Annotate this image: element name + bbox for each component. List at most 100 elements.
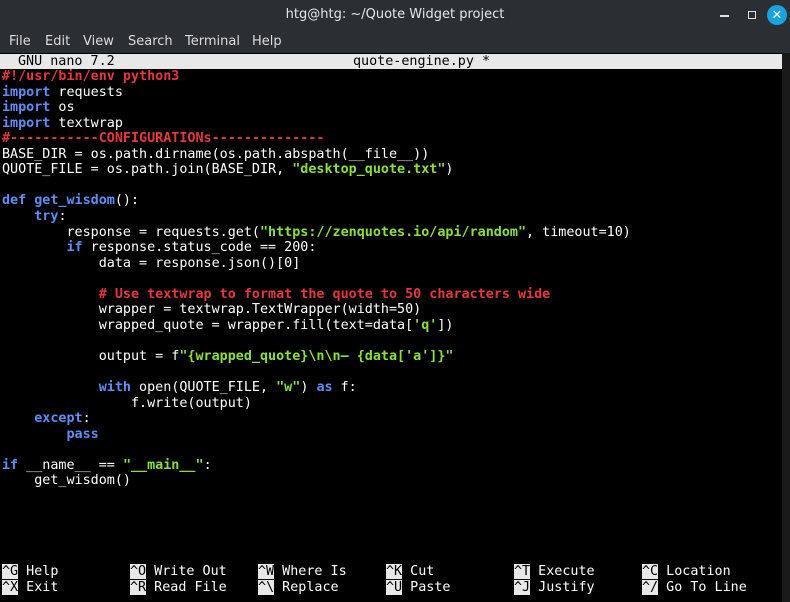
code-token: #!/usr/bin/env python3 (2, 69, 180, 84)
shortcut-key: ^G (2, 564, 19, 579)
code-line: QUOTE_FILE = os.path.join(BASE_DIR, "des… (2, 162, 453, 178)
code-line: import textwrap (2, 116, 123, 132)
code-token: response.status_code == 200: (82, 240, 317, 256)
code-token: if (2, 457, 19, 473)
code-token: : (58, 208, 67, 224)
maximize-button[interactable] (741, 4, 763, 26)
code-line: data = response.json()[0] (2, 255, 301, 272)
code-token: "w" (276, 380, 301, 395)
code-token: 'q' (413, 317, 438, 333)
menu-file[interactable]: File (9, 34, 31, 49)
code-line: # Use textwrap to format the quote to 50… (2, 287, 550, 303)
code-token: ) (300, 380, 317, 395)
code-line: def get_wisdom(): (2, 193, 139, 209)
shortcut-label: Justify (530, 580, 595, 595)
shortcut-label: Read File (146, 580, 227, 595)
code-token: response = requests.get( (2, 224, 260, 240)
code-token: f.write(output) (2, 395, 252, 411)
menu-view[interactable]: View (83, 34, 114, 49)
shortcut-label: Execute (530, 564, 595, 579)
code-token: get_wisdom() (2, 473, 131, 489)
code-token: as (316, 380, 333, 395)
shortcut-item: ^R Read File (130, 580, 227, 596)
shortcut-item: ^/ Go To Line (642, 580, 747, 596)
shortcut-key: ^T (514, 564, 531, 579)
shortcut-key: ^C (642, 564, 659, 579)
code-line: BASE_DIR = os.path.dirname(os.path.abspa… (2, 147, 429, 163)
shortcut-item: ^O Write Out (130, 564, 227, 580)
code-token: QUOTE_FILE = os.path.join(BASE_DIR, (2, 162, 293, 178)
code-line: get_wisdom() (2, 473, 131, 489)
window-title: htg@htg: ~/Quote Widget project (285, 7, 505, 22)
code-token: "{wrapped_quote}\n\n— {data['a']}" (179, 348, 454, 364)
code-token: ) (445, 162, 454, 178)
shortcut-label: Exit (18, 580, 59, 595)
code-token: BASE_DIR = os.path.dirname(os.path.abspa… (2, 146, 430, 162)
nano-version: GNU nano 7.2 (18, 54, 115, 69)
code-line: wrapper = textwrap.TextWrapper(width=50) (2, 302, 421, 318)
shortcut-item: ^U Paste (386, 580, 451, 596)
code-token: requests (50, 84, 123, 100)
shortcut-key: ^J (514, 580, 531, 595)
code-line: if __name__ == "__main__": (2, 458, 212, 474)
shortcut-label: Location (658, 564, 731, 579)
code-token: f: (332, 380, 357, 395)
code-line: with open(QUOTE_FILE, "w") as f: (2, 380, 357, 396)
shortcut-item: ^W Where Is (258, 564, 347, 580)
shortcut-key: ^K (386, 564, 403, 579)
code-line: #-----------CONFIGURATIONs-------------- (2, 131, 324, 147)
code-line: output = f"{wrapped_quote}\n\n— {data['a… (2, 348, 454, 365)
code-token: import (2, 84, 51, 100)
code-token: wrapped_quote = wrapper.fill(text=data[ (2, 317, 414, 333)
code-token: , timeout=10) (526, 224, 631, 240)
code-token: open(QUOTE_FILE, (131, 380, 277, 395)
shortcut-label: Write Out (146, 564, 227, 579)
code-token: "__main__" (122, 457, 204, 473)
code-token: def (2, 193, 27, 209)
code-token: import (2, 115, 51, 131)
shortcut-label: Help (18, 564, 59, 579)
code-line: import requests (2, 85, 123, 101)
code-token: (): (114, 193, 140, 209)
shortcut-key: ^\ (258, 580, 275, 595)
code-token: import (2, 100, 51, 116)
code-line: response = requests.get("https://zenquot… (2, 224, 631, 241)
code-token: pass (66, 426, 99, 442)
code-token: __name__ == (18, 457, 123, 473)
menu-edit[interactable]: Edit (45, 34, 70, 49)
shortcut-item: ^G Help (2, 564, 58, 580)
menu-terminal[interactable]: Terminal (185, 34, 240, 49)
code-token: "https://zenquotes.io/api/random" (259, 224, 527, 240)
code-token: # Use textwrap to format the quote to 50… (98, 286, 551, 302)
shortcut-key: ^/ (642, 580, 659, 595)
nano-header: GNU nano 7.2 quote-engine.py * (0, 54, 782, 69)
code-line: wrapped_quote = wrapper.fill(text=data['… (2, 317, 454, 334)
shortcut-key: ^W (258, 564, 275, 579)
shortcut-key: ^X (2, 580, 19, 595)
code-token: try (34, 208, 59, 224)
minimize-button[interactable] (713, 4, 735, 26)
shortcut-item: ^X Exit (2, 580, 58, 596)
code-token: "desktop_quote.txt" (292, 162, 446, 178)
terminal-window: htg@htg: ~/Quote Widget project ✕ File E… (0, 0, 790, 602)
code-token: wrapper = textwrap.TextWrapper(width=50) (2, 302, 422, 318)
code-token: : (82, 411, 91, 427)
code-line: pass (2, 427, 99, 443)
code-line: f.write(output) (2, 396, 252, 412)
shortcut-item: ^J Justify (514, 580, 595, 596)
code-token: ]) (437, 317, 454, 333)
menu-search[interactable]: Search (128, 34, 173, 49)
terminal-scrollbar[interactable] (782, 53, 790, 602)
close-button[interactable]: ✕ (767, 5, 787, 25)
shortcut-key: ^U (386, 580, 403, 595)
shortcut-label: Replace (274, 580, 339, 595)
title-bar[interactable]: htg@htg: ~/Quote Widget project ✕ (0, 0, 790, 31)
nano-filename: quote-engine.py * (353, 54, 491, 69)
menu-help[interactable]: Help (252, 34, 282, 49)
code-token: data = response.json()[0] (2, 255, 301, 271)
